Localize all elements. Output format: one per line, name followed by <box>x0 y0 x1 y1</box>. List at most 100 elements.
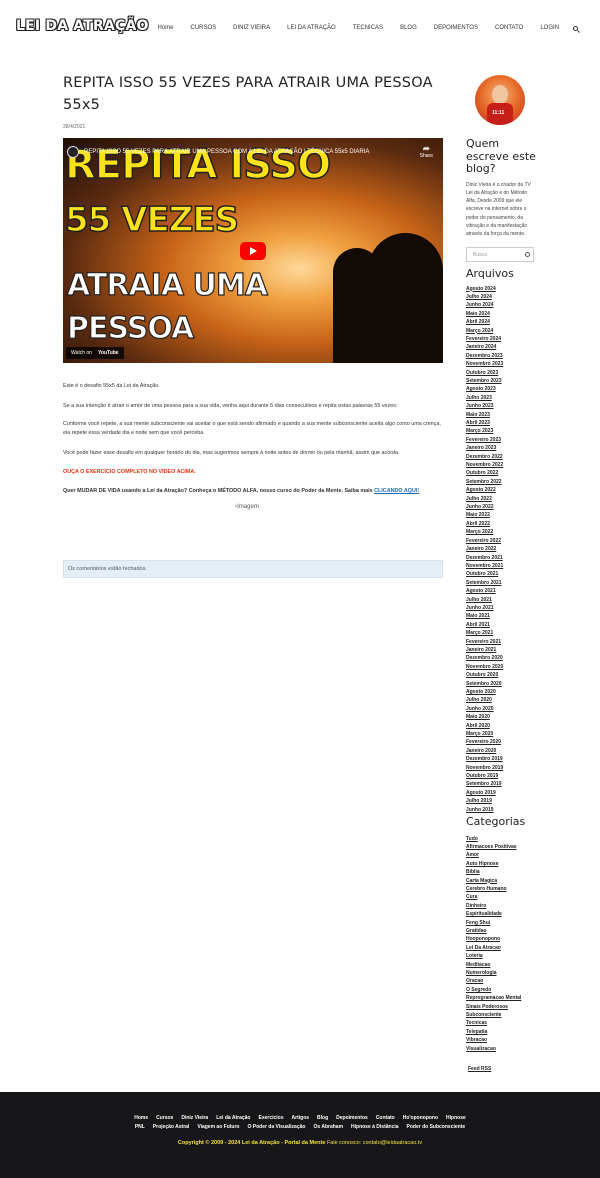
archive-link[interactable]: Novembro 2020 <box>466 663 536 671</box>
archive-link[interactable]: Fevereiro 2021 <box>466 638 536 646</box>
archive-link[interactable]: Junho 2023 <box>466 402 536 410</box>
category-link[interactable]: Espiritualidade <box>466 910 536 918</box>
archive-link[interactable]: Dezembro 2021 <box>466 554 536 562</box>
archive-link[interactable]: Maio 2022 <box>466 511 536 519</box>
archive-link[interactable]: Julho 2021 <box>466 596 536 604</box>
category-link[interactable]: Reprogramacao Mental <box>466 994 536 1002</box>
archive-link[interactable]: Junho 2022 <box>466 503 536 511</box>
footer-link[interactable]: Os Abraham <box>313 1124 343 1130</box>
category-link[interactable]: Oracao <box>466 977 536 985</box>
archive-link[interactable]: Novembro 2021 <box>466 562 536 570</box>
archive-link[interactable]: Fevereiro 2020 <box>466 738 536 746</box>
archive-link[interactable]: Agosto 2020 <box>466 688 536 696</box>
archive-link[interactable]: Abril 2024 <box>466 318 536 326</box>
archive-link[interactable]: Setembro 2020 <box>466 680 536 688</box>
archive-link[interactable]: Abril 2020 <box>466 722 536 730</box>
footer-link[interactable]: Depoimentos <box>336 1115 368 1121</box>
archive-link[interactable]: Agosto 2023 <box>466 385 536 393</box>
archive-link[interactable]: Outubro 2021 <box>466 570 536 578</box>
watch-on-youtube-button[interactable]: Watch on YouTube <box>66 347 124 359</box>
footer-link[interactable]: Cursos <box>156 1115 173 1121</box>
archive-link[interactable]: Maio 2021 <box>466 612 536 620</box>
archive-link[interactable]: Março 2021 <box>466 629 536 637</box>
footer-link[interactable]: Hipnose <box>446 1115 466 1121</box>
category-link[interactable]: Cura <box>466 893 536 901</box>
category-link[interactable]: Gratidao <box>466 927 536 935</box>
archive-link[interactable]: Janeiro 2023 <box>466 444 536 452</box>
category-link[interactable]: Amor <box>466 851 536 859</box>
category-link[interactable]: Cerebro Humano <box>466 885 536 893</box>
archive-link[interactable]: Março 2023 <box>466 427 536 435</box>
archive-link[interactable]: Abril 2022 <box>466 520 536 528</box>
site-logo[interactable]: LEI DA ATRAÇÃO <box>16 18 149 34</box>
cta-link[interactable]: CLICANDO AQUI! <box>374 488 419 494</box>
nav-cursos[interactable]: CURSOS <box>190 25 216 31</box>
archive-link[interactable]: Dezembro 2019 <box>466 755 536 763</box>
share-button[interactable]: ➦ Share <box>420 144 433 159</box>
archive-link[interactable]: Maio 2023 <box>466 411 536 419</box>
archive-link[interactable]: Setembro 2021 <box>466 579 536 587</box>
archive-link[interactable]: Janeiro 2024 <box>466 343 536 351</box>
archive-link[interactable]: Outubro 2019 <box>466 772 536 780</box>
archive-link[interactable]: Julho 2019 <box>466 797 536 805</box>
nav-depoimentos[interactable]: DEPOIMENTOS <box>434 25 478 31</box>
archive-link[interactable]: Janeiro 2022 <box>466 545 536 553</box>
archive-link[interactable]: Abril 2023 <box>466 419 536 427</box>
footer-link[interactable]: Ho'oponopono <box>403 1115 438 1121</box>
archive-link[interactable]: Novembro 2022 <box>466 461 536 469</box>
archive-link[interactable]: Maio 2020 <box>466 713 536 721</box>
archive-link[interactable]: Agosto 2022 <box>466 486 536 494</box>
search-icon[interactable] <box>525 252 530 257</box>
archive-link[interactable]: Outubro 2023 <box>466 369 536 377</box>
archive-link[interactable]: Outubro 2022 <box>466 469 536 477</box>
footer-link[interactable]: Artigos <box>292 1115 310 1121</box>
category-link[interactable]: Tudo <box>466 835 536 843</box>
archive-link[interactable]: Agosto 2021 <box>466 587 536 595</box>
archive-link[interactable]: Março 2024 <box>466 327 536 335</box>
category-link[interactable]: Meditacao <box>466 961 536 969</box>
footer-link[interactable]: O Poder da Visualização <box>247 1124 305 1130</box>
category-link[interactable]: Vibracao <box>466 1036 536 1044</box>
nav-login[interactable]: LOGIN <box>540 25 559 31</box>
nav-lei-da-atracao[interactable]: LEI DA ATRAÇÃO <box>287 25 336 31</box>
archive-link[interactable]: Março 2020 <box>466 730 536 738</box>
archive-link[interactable]: Junho 2021 <box>466 604 536 612</box>
archive-link[interactable]: Dezembro 2020 <box>466 654 536 662</box>
archive-link[interactable]: Julho 2020 <box>466 696 536 704</box>
category-link[interactable]: Biblia <box>466 868 536 876</box>
archive-link[interactable]: Janeiro 2021 <box>466 646 536 654</box>
archive-link[interactable]: Março 2022 <box>466 528 536 536</box>
nav-tecnicas[interactable]: TECNICAS <box>353 25 383 31</box>
channel-avatar[interactable] <box>67 146 79 158</box>
footer-link[interactable]: Lei da Atração <box>216 1115 250 1121</box>
footer-link[interactable]: Exercícios <box>259 1115 284 1121</box>
archive-link[interactable]: Dezembro 2023 <box>466 352 536 360</box>
category-link[interactable]: Sinais Poderosos <box>466 1003 536 1011</box>
archive-link[interactable]: Setembro 2019 <box>466 780 536 788</box>
category-link[interactable]: Feng Shui <box>466 919 536 927</box>
nav-blog[interactable]: BLOG <box>400 25 417 31</box>
archive-link[interactable]: Julho 2023 <box>466 394 536 402</box>
category-link[interactable]: Lei Da Atracao <box>466 944 536 952</box>
category-link[interactable]: Auto Hipnose <box>466 860 536 868</box>
footer-link[interactable]: Blog <box>317 1115 328 1121</box>
archive-link[interactable]: Outubro 2020 <box>466 671 536 679</box>
footer-link[interactable]: PNL <box>135 1124 145 1130</box>
archive-link[interactable]: Agosto 2019 <box>466 789 536 797</box>
category-link[interactable]: O Segredo <box>466 986 536 994</box>
archive-link[interactable]: Julho 2024 <box>466 293 536 301</box>
archive-link[interactable]: Abril 2021 <box>466 621 536 629</box>
footer-link[interactable]: Projeção Astral <box>153 1124 190 1130</box>
footer-link[interactable]: Diniz Vieira <box>181 1115 208 1121</box>
footer-link[interactable]: Viagem ao Futuro <box>197 1124 239 1130</box>
category-link[interactable]: Visualizacao <box>466 1045 536 1053</box>
category-link[interactable]: Numerologia <box>466 969 536 977</box>
archive-link[interactable]: Fevereiro 2024 <box>466 335 536 343</box>
footer-link[interactable]: Hipnose à Distância <box>351 1124 399 1130</box>
video-title[interactable]: REPITA ISSO 55 VEZES PARA ATRAIR UMA PES… <box>84 149 369 155</box>
archive-link[interactable]: Julho 2022 <box>466 495 536 503</box>
category-link[interactable]: Loteria <box>466 952 536 960</box>
video-embed[interactable]: REPITA ISSO 55 VEZES ATRAIA UMA PESSOA R… <box>63 138 443 363</box>
archive-link[interactable]: Junho 2020 <box>466 705 536 713</box>
category-link[interactable]: Hooponopono <box>466 935 536 943</box>
